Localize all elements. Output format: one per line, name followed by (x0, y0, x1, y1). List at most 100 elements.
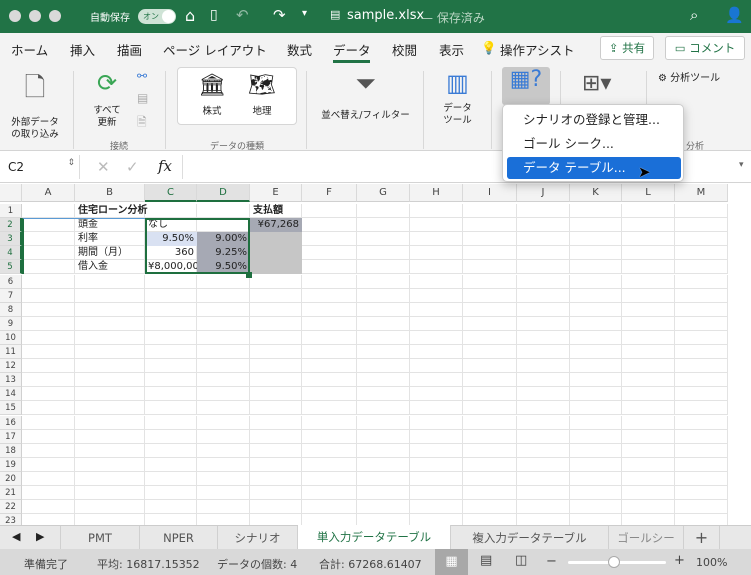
row-header-1[interactable]: 1 (0, 204, 22, 218)
column-header-M[interactable]: M (675, 184, 728, 202)
menu-item-goal-seek[interactable]: ゴール シーク... (507, 133, 681, 155)
tab-data[interactable]: データ (333, 40, 371, 59)
tab-review[interactable]: 校閲 (392, 40, 417, 59)
column-header-I[interactable]: I (463, 184, 517, 202)
column-header-J[interactable]: J (517, 184, 570, 202)
data-tools-button[interactable]: ▥ データ ツール (435, 69, 480, 127)
insert-function-button[interactable]: fx (158, 157, 172, 175)
tab-home[interactable]: ホーム (11, 40, 48, 59)
cell-A1[interactable]: 住宅ローン分析 (75, 204, 195, 218)
tab-formulas[interactable]: 数式 (287, 40, 312, 59)
what-if-analysis-button[interactable]: ▦? (502, 67, 550, 105)
geography-button[interactable]: 🗺 地理 (248, 73, 276, 118)
comment-button[interactable]: ▭ コメント (665, 36, 745, 60)
save-icon[interactable]: ▯ (210, 7, 218, 23)
close-window-button[interactable] (9, 10, 21, 22)
autosave-toggle[interactable]: オン (138, 9, 176, 24)
row-header-10[interactable]: 10 (0, 330, 22, 345)
sheet-tab-scenario[interactable]: シナリオ (218, 526, 298, 550)
cell-D4[interactable] (250, 246, 302, 261)
row-header-3[interactable]: 3 (0, 232, 22, 247)
row-header-15[interactable]: 15 (0, 401, 22, 416)
cell-D5[interactable] (250, 260, 302, 275)
row-header-7[interactable]: 7 (0, 288, 22, 303)
column-header-A[interactable]: A (22, 184, 75, 202)
confirm-icon[interactable]: ✓ (126, 158, 139, 176)
column-header-K[interactable]: K (570, 184, 622, 202)
column-header-H[interactable]: H (410, 184, 463, 202)
name-box[interactable]: C2 ⇕ (0, 155, 80, 179)
redo-icon[interactable]: ↷ (273, 6, 286, 24)
zoom-out-button[interactable]: − (546, 554, 557, 569)
normal-view-button[interactable]: ▦ (435, 549, 468, 575)
zoom-slider-thumb[interactable] (608, 556, 620, 568)
refresh-all-button[interactable]: ⟳ すべて 更新 (84, 69, 130, 129)
cancel-icon[interactable]: ✕ (97, 158, 110, 176)
spreadsheet-grid[interactable]: A B C D E F G H I J K L M 1 2 3 4 5 6 7 8 9 10 11 12 13 14 15 16 17 18… (0, 184, 751, 525)
stocks-button[interactable]: 🏛 株式 (198, 73, 226, 118)
row-header-11[interactable]: 11 (0, 345, 22, 359)
zoom-in-button[interactable]: + (674, 553, 685, 568)
row-header-23[interactable]: 23 (0, 514, 22, 525)
row-header-5[interactable]: 5 (0, 260, 22, 275)
row-header-2[interactable]: 2 (0, 218, 22, 233)
save-status[interactable]: — 保存済み (421, 9, 485, 26)
select-all-corner[interactable] (0, 184, 22, 202)
tab-page-layout[interactable]: ページ レイアウト (163, 40, 267, 59)
cell-D1[interactable]: 支払額 (250, 204, 302, 218)
expand-formula-icon[interactable]: ▾ (739, 160, 744, 170)
column-header-F[interactable]: F (302, 184, 357, 202)
column-header-D[interactable]: D (197, 184, 250, 202)
row-header-21[interactable]: 21 (0, 486, 22, 500)
undo-icon[interactable]: ↶ (236, 6, 249, 24)
sheet-tab-goal-seek[interactable]: ゴールシー (609, 526, 684, 550)
get-external-data-button[interactable]: 🗋 外部データ の取り込み (10, 69, 60, 140)
column-header-B[interactable]: B (75, 184, 145, 202)
fill-handle[interactable] (246, 271, 252, 278)
row-header-4[interactable]: 4 (0, 246, 22, 261)
column-header-L[interactable]: L (622, 184, 675, 202)
column-header-G[interactable]: G (357, 184, 410, 202)
row-header-13[interactable]: 13 (0, 373, 22, 388)
connections-icon[interactable]: ⚯ (137, 69, 147, 83)
row-header-20[interactable]: 20 (0, 471, 22, 486)
cell-D3[interactable] (250, 232, 302, 247)
tab-view[interactable]: 表示 (439, 40, 464, 59)
page-layout-view-button[interactable]: ▤ (480, 553, 492, 568)
sheet-tab-pmt[interactable]: PMT (60, 526, 140, 550)
properties-icon[interactable]: ▤ (137, 91, 148, 105)
row-header-8[interactable]: 8 (0, 302, 22, 317)
tab-draw[interactable]: 描画 (117, 40, 142, 59)
row-header-9[interactable]: 9 (0, 316, 22, 331)
row-header-16[interactable]: 16 (0, 415, 22, 430)
page-break-view-button[interactable]: ◫ (515, 553, 527, 568)
menu-item-data-table[interactable]: データ テーブル... (507, 157, 681, 179)
home-icon[interactable]: ⌂ (185, 6, 195, 25)
menu-item-scenario-manager[interactable]: シナリオの登録と管理... (507, 109, 681, 131)
tell-me-assist[interactable]: 操作アシスト (500, 40, 575, 59)
row-header-19[interactable]: 19 (0, 457, 22, 472)
analysis-tools-button[interactable]: ⚙ 分析ツール (658, 69, 720, 84)
search-icon[interactable]: ⌕ (690, 6, 698, 24)
column-header-E[interactable]: E (250, 184, 302, 202)
row-header-22[interactable]: 22 (0, 500, 22, 515)
minimize-window-button[interactable] (29, 10, 41, 22)
maximize-window-button[interactable] (49, 10, 61, 22)
cell-D2[interactable]: ¥67,268 (250, 218, 302, 233)
row-header-12[interactable]: 12 (0, 359, 22, 374)
next-sheet-icon[interactable]: ▶ (36, 530, 44, 543)
zoom-level[interactable]: 100% (696, 556, 727, 569)
tab-insert[interactable]: 挿入 (70, 40, 95, 59)
row-header-18[interactable]: 18 (0, 443, 22, 458)
row-header-6[interactable]: 6 (0, 274, 22, 289)
row-header-14[interactable]: 14 (0, 387, 22, 402)
customize-toolbar-icon[interactable]: ▾ (302, 8, 307, 19)
sheet-tab-one-variable-table[interactable]: 単入力データテーブル (298, 525, 451, 550)
account-icon[interactable]: 👤 (725, 6, 744, 24)
prev-sheet-icon[interactable]: ◀ (12, 530, 20, 543)
share-button[interactable]: ⇪ 共有 (600, 36, 654, 60)
add-sheet-button[interactable]: + (684, 526, 720, 550)
row-header-17[interactable]: 17 (0, 429, 22, 444)
sort-filter-button[interactable]: ⏷ 並べ替え/フィルター (318, 69, 413, 122)
column-header-C[interactable]: C (145, 184, 197, 202)
